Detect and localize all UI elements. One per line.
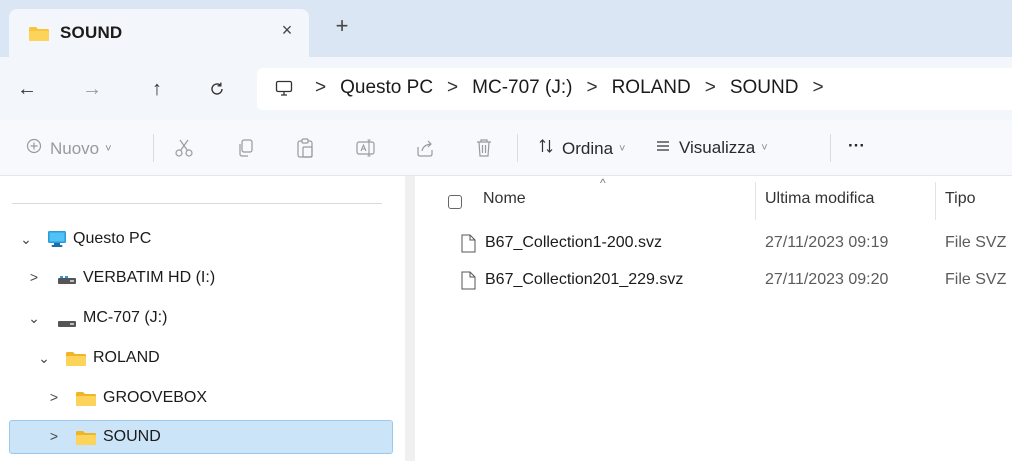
view-button[interactable]: Visualizza ˅ — [655, 138, 768, 158]
divider — [517, 134, 518, 162]
column-header-modified[interactable]: Ultima modifica — [765, 190, 874, 208]
folder-icon — [28, 26, 50, 47]
divider — [830, 134, 831, 162]
file-name: B67_Collection1-200.svz — [485, 234, 662, 251]
share-icon[interactable] — [414, 137, 436, 159]
paste-icon[interactable] — [294, 137, 316, 159]
breadcrumb-separator[interactable]: > — [315, 77, 326, 99]
sidebar-item-label: VERBATIM HD (I:) — [83, 269, 216, 286]
navigation-pane: ⌄ Questo PC > VERBATIM HD (I:) ⌄ MC-707 … — [0, 176, 405, 461]
file-list: ^ Nome Ultima modifica Tipo B67_Collecti… — [415, 176, 1012, 461]
chevron-right-icon[interactable]: > — [27, 269, 41, 285]
new-tab-button[interactable]: + — [330, 14, 354, 38]
close-tab-icon[interactable]: × — [276, 20, 298, 41]
sidebar-item-label: MC-707 (J:) — [83, 309, 168, 326]
file-icon — [460, 271, 476, 295]
breadcrumb-sound[interactable]: SOUND — [730, 77, 799, 99]
sort-label: Ordina — [562, 138, 614, 158]
chevron-down-icon[interactable]: ⌄ — [37, 350, 51, 367]
column-divider[interactable] — [935, 182, 936, 220]
file-row[interactable]: B67_Collection1-200.svz 27/11/2023 09:19… — [415, 226, 1012, 260]
column-divider[interactable] — [755, 182, 756, 220]
breadcrumb-separator[interactable]: > — [586, 77, 597, 99]
breadcrumb-separator[interactable]: > — [705, 77, 716, 99]
rename-icon[interactable] — [355, 137, 377, 159]
cut-icon[interactable] — [173, 137, 195, 159]
sidebar-item-roland[interactable]: ⌄ ROLAND — [9, 343, 393, 375]
chevron-down-icon[interactable]: ⌄ — [27, 310, 41, 327]
divider — [153, 134, 154, 162]
chevron-right-icon[interactable]: > — [47, 428, 61, 444]
sidebar-item-questo-pc[interactable]: ⌄ Questo PC — [9, 224, 393, 256]
delete-icon[interactable] — [473, 137, 495, 159]
sort-ascending-icon: ^ — [600, 176, 606, 190]
address-bar[interactable]: > Questo PC > MC-707 (J:) > ROLAND > SOU… — [257, 68, 1012, 110]
sidebar-item-verbatim-hd[interactable]: > VERBATIM HD (I:) — [9, 263, 393, 295]
back-button[interactable]: ← — [15, 77, 39, 101]
divider — [12, 203, 382, 204]
copy-icon[interactable] — [235, 137, 257, 159]
file-row[interactable]: B67_Collection201_229.svz 27/11/2023 09:… — [415, 263, 1012, 297]
file-type: File SVZ — [945, 271, 1007, 288]
chevron-right-icon[interactable]: > — [47, 389, 61, 405]
view-label: Visualizza — [679, 138, 756, 157]
tab-sound[interactable]: SOUND × — [9, 9, 309, 57]
folder-icon — [75, 430, 97, 451]
computer-icon — [47, 230, 67, 253]
refresh-icon — [211, 82, 223, 95]
sidebar-item-label: GROOVEBOX — [103, 389, 208, 406]
file-modified: 27/11/2023 09:19 — [765, 234, 889, 251]
column-header-name[interactable]: Nome — [483, 190, 526, 208]
new-label: Nuovo — [50, 138, 100, 158]
file-modified: 27/11/2023 09:20 — [765, 271, 889, 288]
sidebar-item-sound[interactable]: > SOUND — [9, 420, 393, 454]
command-bar: Nuovo ˅ Ordina ˅ Visualizza ˅ ··· — [0, 120, 1012, 176]
chevron-down-icon[interactable]: ⌄ — [19, 231, 33, 248]
new-button[interactable]: Nuovo ˅ — [26, 138, 112, 159]
navigation-bar: ← → ↑ > Questo PC > MC-707 (J:) > ROLAND… — [0, 57, 1012, 120]
sidebar-item-mc707[interactable]: ⌄ MC-707 (J:) — [9, 303, 393, 335]
tab-title: SOUND — [60, 23, 123, 42]
drive-icon — [57, 273, 77, 291]
more-options-button[interactable]: ··· — [848, 136, 865, 156]
sidebar-item-label: SOUND — [103, 428, 161, 445]
view-icon — [655, 138, 671, 158]
breadcrumb-separator[interactable]: > — [812, 77, 823, 99]
drive-icon — [57, 315, 77, 333]
breadcrumb-questo-pc[interactable]: Questo PC — [340, 77, 433, 99]
folder-icon — [65, 351, 87, 372]
monitor-icon — [275, 80, 293, 102]
folder-icon — [75, 391, 97, 412]
breadcrumb-roland[interactable]: ROLAND — [612, 77, 691, 99]
breadcrumb-mc707[interactable]: MC-707 (J:) — [472, 77, 572, 99]
file-name: B67_Collection201_229.svz — [485, 271, 684, 288]
up-button[interactable]: ↑ — [145, 77, 169, 101]
column-header-type[interactable]: Tipo — [945, 190, 976, 208]
breadcrumb: > Questo PC > MC-707 (J:) > ROLAND > SOU… — [301, 77, 838, 99]
tab-strip: SOUND × + — [0, 0, 1012, 57]
sidebar-item-groovebox[interactable]: > GROOVEBOX — [9, 383, 393, 415]
sidebar-item-label: Questo PC — [73, 230, 152, 247]
file-icon — [460, 234, 476, 258]
pane-splitter[interactable] — [405, 176, 415, 461]
file-type: File SVZ — [945, 234, 1007, 251]
sidebar-item-label: ROLAND — [93, 349, 160, 366]
select-all-checkbox[interactable] — [448, 195, 462, 209]
refresh-button[interactable] — [205, 77, 229, 101]
sort-icon — [538, 138, 554, 159]
forward-button[interactable]: → — [80, 77, 104, 101]
plus-circle-icon — [26, 138, 42, 159]
sort-button[interactable]: Ordina ˅ — [538, 138, 625, 159]
breadcrumb-separator[interactable]: > — [447, 77, 458, 99]
